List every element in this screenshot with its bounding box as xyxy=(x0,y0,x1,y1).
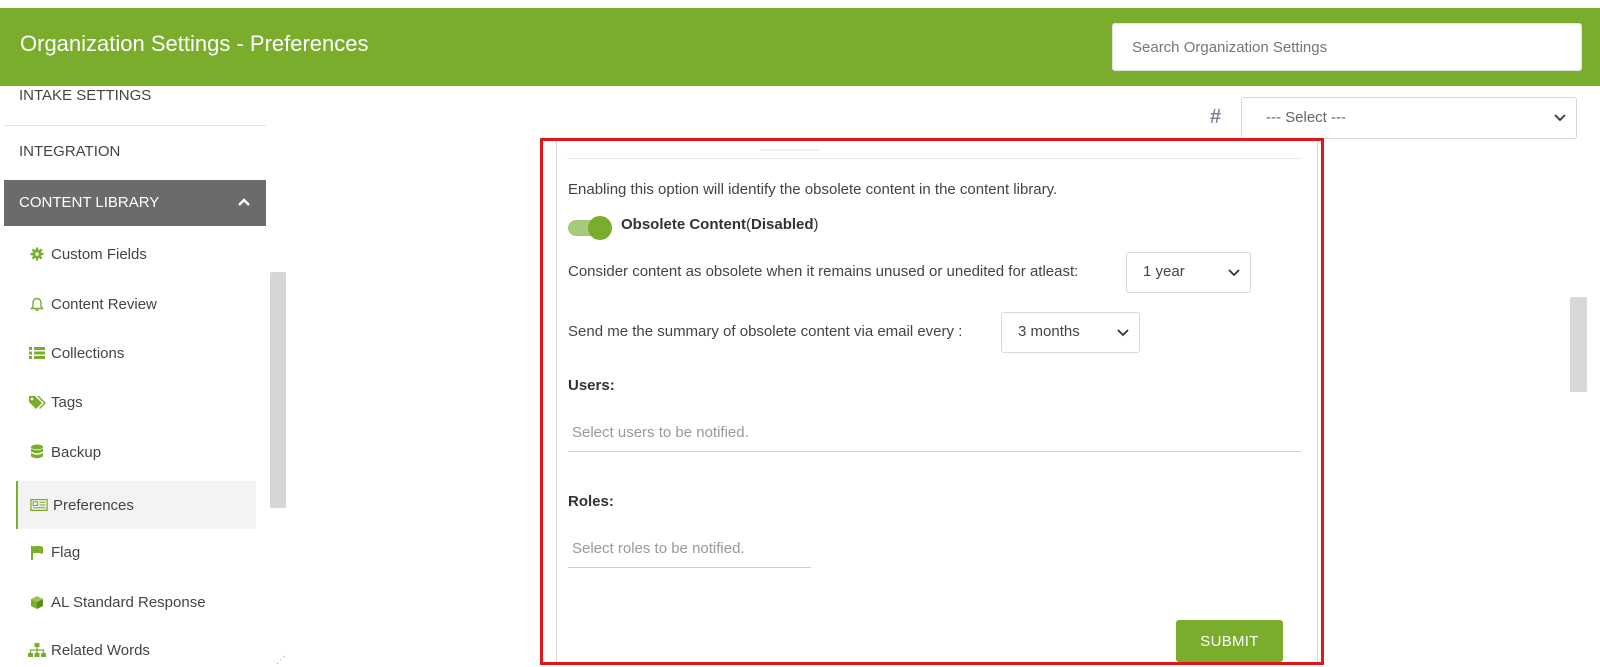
sidebar-item-label: AL Standard Response xyxy=(51,593,206,611)
sidebar-section-intake-settings[interactable]: INTAKE SETTINGS xyxy=(4,86,266,126)
category-select[interactable]: --- Select --- xyxy=(1241,97,1577,139)
header-bar: Organization Settings - Preferences xyxy=(0,8,1600,86)
sidebar-section-label: CONTENT LIBRARY xyxy=(19,194,160,211)
list-icon xyxy=(28,345,46,361)
sidebar-item-collections[interactable]: Collections xyxy=(16,329,256,377)
sidebar-item-tags[interactable]: Tags xyxy=(16,378,256,426)
tags-icon xyxy=(28,394,46,410)
sidebar-section-integration[interactable]: INTEGRATION xyxy=(4,126,266,178)
resize-grip-icon[interactable]: ⋰ xyxy=(276,655,286,666)
sidebar-item-flag[interactable]: Flag xyxy=(16,528,256,576)
sidebar-item-related-words[interactable]: Related Words xyxy=(16,626,256,667)
sidebar-item-label: Backup xyxy=(51,443,102,461)
sidebar-item-custom-fields[interactable]: Custom Fields xyxy=(16,230,256,278)
category-select-value: --- Select --- xyxy=(1266,109,1346,126)
sidebar-item-label: Preferences xyxy=(53,496,134,514)
sidebar-item-label: Collections xyxy=(51,344,125,362)
sidebar-item-label: Related Words xyxy=(51,641,150,659)
sidebar-item-preferences[interactable]: Preferences xyxy=(16,481,256,529)
bell-icon xyxy=(28,296,46,312)
sidebar-item-backup[interactable]: Backup xyxy=(16,428,256,476)
chevron-down-icon xyxy=(1554,114,1566,122)
sidebar-item-content-review[interactable]: Content Review xyxy=(16,280,256,328)
chevron-up-icon[interactable] xyxy=(238,196,250,208)
sitemap-icon xyxy=(28,642,46,658)
sidebar-scrollbar[interactable] xyxy=(270,272,286,508)
page-title: Organization Settings - Preferences xyxy=(20,31,369,56)
search-input[interactable] xyxy=(1113,24,1581,70)
sidebar-item-label: Content Review xyxy=(51,295,157,313)
sidebar-item-label: Tags xyxy=(51,393,83,411)
gear-icon xyxy=(28,246,46,262)
page-scrollbar[interactable] xyxy=(1570,297,1587,392)
database-icon xyxy=(28,444,46,460)
sidebar-item-al-standard-response[interactable]: AL Standard Response xyxy=(16,578,256,626)
sidebar-item-label: Flag xyxy=(51,543,81,561)
highlight-frame xyxy=(540,138,1324,665)
sidebar-section-content-library[interactable]: CONTENT LIBRARY xyxy=(4,180,266,226)
sidebar: INTAKE SETTINGS INTEGRATION CONTENT LIBR… xyxy=(4,86,266,667)
sidebar-item-label: Custom Fields xyxy=(51,245,147,263)
cube-icon xyxy=(28,594,46,610)
hash-icon: # xyxy=(1210,106,1222,128)
search-box[interactable] xyxy=(1112,23,1582,71)
newspaper-icon xyxy=(30,497,48,513)
flag-icon xyxy=(28,544,46,560)
